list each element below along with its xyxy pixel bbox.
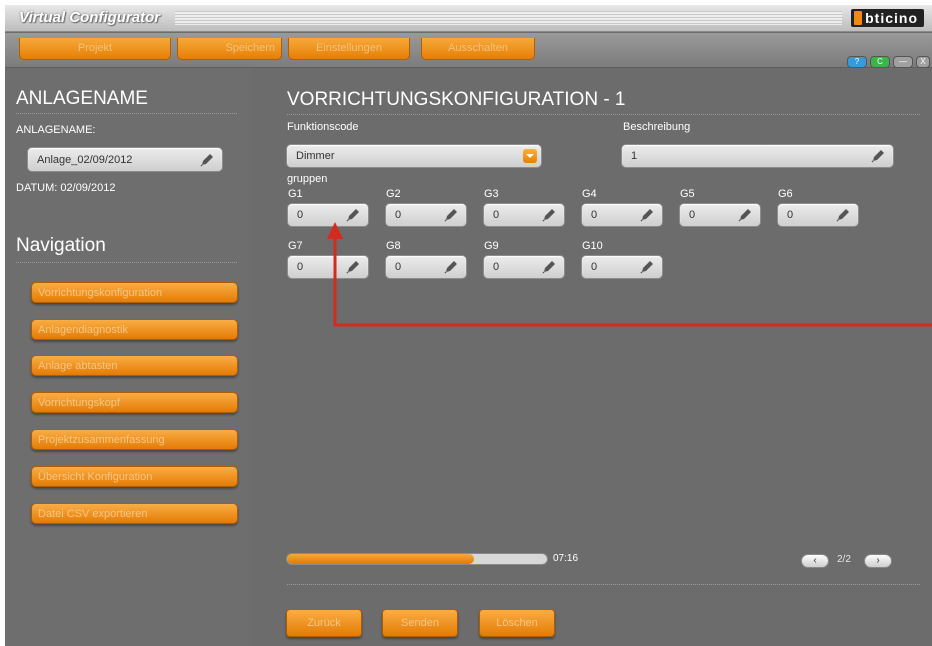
group-input-g8[interactable]: 0 [385, 255, 467, 279]
group-label: G4 [582, 188, 597, 200]
left-panel: ANLAGENAME ANLAGENAME: Anlage_02/09/2012… [5, 69, 252, 646]
pencil-icon[interactable] [834, 206, 852, 224]
pencil-icon[interactable] [344, 258, 362, 276]
divider [287, 584, 920, 585]
group-value: 0 [493, 261, 500, 273]
group-label: G2 [386, 188, 401, 200]
group-value: 0 [591, 209, 598, 221]
minimize-icon[interactable]: — [893, 56, 913, 68]
progress-fill [287, 554, 475, 564]
pencil-icon[interactable] [736, 206, 754, 224]
project-name-label: ANLAGENAME: [16, 124, 96, 136]
nav-uebersicht-konfiguration[interactable]: Übersicht Konfiguration [31, 466, 238, 487]
navigation-heading: Navigation [16, 235, 106, 256]
group-label: G7 [288, 240, 303, 252]
app-window: Virtual Configurator bticino Projekt Spe… [5, 5, 932, 646]
pencil-icon[interactable] [638, 206, 656, 224]
nav-vorrichtungskonfiguration[interactable]: Vorrichtungskonfiguration [31, 282, 238, 303]
group-input-g5[interactable]: 0 [679, 203, 761, 227]
group-value: 0 [297, 261, 304, 273]
group-label: G5 [680, 188, 695, 200]
nav-anlagendiagnostik[interactable]: Anlagendiagnostik [31, 319, 238, 340]
funktionscode-dropdown[interactable]: Dimmer [286, 144, 542, 168]
group-input-g2[interactable]: 0 [385, 203, 467, 227]
app-title: Virtual Configurator [19, 9, 161, 26]
title-bar: Virtual Configurator bticino [5, 5, 932, 32]
group-label: G6 [778, 188, 793, 200]
pencil-icon[interactable] [540, 258, 558, 276]
menu-ausschalten[interactable]: Ausschalten [421, 38, 535, 60]
prev-page-button[interactable]: ‹ [801, 554, 829, 568]
funktionscode-label: Funktionscode [287, 121, 359, 133]
next-page-button[interactable]: › [864, 554, 892, 568]
nav-vorrichtungskopf[interactable]: Vorrichtungskopf [31, 392, 238, 413]
pencil-icon[interactable] [540, 206, 558, 224]
group-value: 0 [689, 209, 696, 221]
group-label: G9 [484, 240, 499, 252]
nav-datei-csv-exportieren[interactable]: Datei CSV exportieren [31, 503, 238, 524]
beschreibung-field[interactable]: 1 [621, 144, 894, 168]
group-value: 0 [493, 209, 500, 221]
group-label: G3 [484, 188, 499, 200]
nav-anlage-abtasten[interactable]: Anlage abtasten [31, 355, 238, 376]
pencil-icon[interactable] [638, 258, 656, 276]
delete-button[interactable]: Löschen [479, 609, 555, 637]
group-value: 0 [591, 261, 598, 273]
menu-einstellungen[interactable]: Einstellungen [288, 38, 410, 60]
group-input-g4[interactable]: 0 [581, 203, 663, 227]
page-title: VORRICHTUNGSKONFIGURATION - 1 [287, 89, 626, 110]
group-label: G1 [288, 188, 303, 200]
chevron-down-icon[interactable] [523, 149, 537, 163]
project-name-field[interactable]: Anlage_02/09/2012 [27, 147, 223, 172]
pencil-icon[interactable] [869, 147, 887, 165]
group-input-g6[interactable]: 0 [777, 203, 859, 227]
project-heading: ANLAGENAME [16, 88, 148, 109]
group-input-g10[interactable]: 0 [581, 255, 663, 279]
group-input-g3[interactable]: 0 [483, 203, 565, 227]
group-input-g7[interactable]: 0 [287, 255, 369, 279]
date-label: DATUM: 02/09/2012 [16, 182, 116, 194]
beschreibung-label: Beschreibung [623, 121, 691, 133]
group-value: 0 [395, 261, 402, 273]
back-button[interactable]: Zurück [286, 609, 362, 637]
close-icon[interactable]: X [916, 56, 930, 68]
menu-speichern[interactable]: Speichern [177, 38, 282, 60]
beschreibung-value: 1 [631, 150, 638, 162]
progress-time: 07:16 [553, 553, 579, 564]
pencil-icon[interactable] [198, 151, 216, 169]
page-indicator: 2/2 [837, 554, 851, 565]
pencil-icon[interactable] [344, 206, 362, 224]
gruppen-label: gruppen [287, 173, 328, 185]
menu-bar: Projekt Speichern Einstellungen Ausschal… [5, 33, 932, 68]
group-input-g1[interactable]: 0 [287, 203, 369, 227]
group-input-g9[interactable]: 0 [483, 255, 565, 279]
funktionscode-value: Dimmer [296, 150, 335, 162]
group-value: 0 [395, 209, 402, 221]
help-icon[interactable]: ? [847, 56, 867, 68]
group-label: G10 [582, 240, 603, 252]
connect-icon[interactable]: C [870, 56, 890, 68]
group-value: 0 [787, 209, 794, 221]
project-name-value: Anlage_02/09/2012 [37, 153, 133, 166]
pencil-icon[interactable] [442, 206, 460, 224]
brand-logo: bticino [851, 9, 924, 27]
progress-bar [286, 553, 548, 565]
group-label: G8 [386, 240, 401, 252]
divider [287, 114, 920, 115]
divider [16, 262, 237, 263]
main-panel: VORRICHTUNGSKONFIGURATION - 1 Funktionsc… [253, 69, 932, 646]
nav-projektzusammenfassung[interactable]: Projektzusammenfassung [31, 429, 238, 450]
send-button[interactable]: Senden [382, 609, 458, 637]
group-value: 0 [297, 209, 304, 221]
divider [16, 113, 237, 114]
title-bar-decoration [175, 11, 842, 25]
pencil-icon[interactable] [442, 258, 460, 276]
menu-projekt[interactable]: Projekt [19, 38, 171, 60]
